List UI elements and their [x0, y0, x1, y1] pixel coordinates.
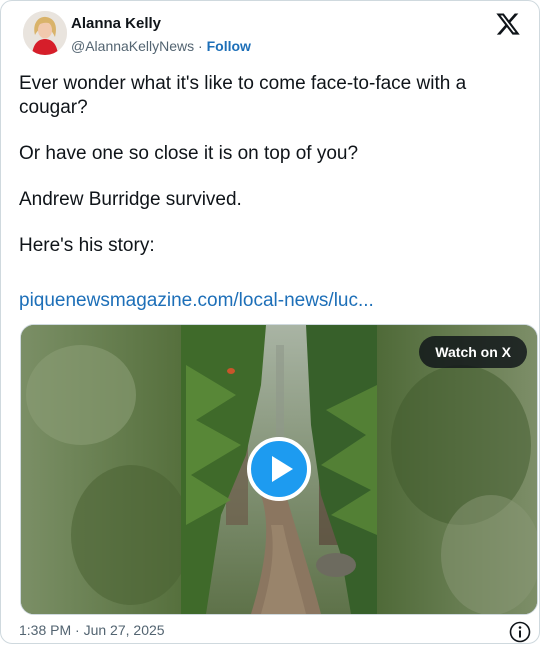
play-button[interactable]	[247, 437, 311, 501]
tweet-date: Jun 27, 2025	[83, 622, 165, 638]
watch-on-x-button[interactable]: Watch on X	[419, 336, 527, 368]
tweet-timestamp[interactable]: 1:38 PM · Jun 27, 2025	[19, 622, 165, 638]
follow-button[interactable]: Follow	[207, 38, 251, 54]
tweet-paragraph: Or have one so close it is on top of you…	[19, 143, 359, 164]
tweet-text: Ever wonder what it's like to come face-…	[19, 72, 519, 258]
tweet-card: Alanna Kelly @AlannaKellyNews · Follow E…	[0, 0, 540, 644]
tweet-paragraph: Andrew Burridge survived.	[19, 189, 242, 210]
tweet-paragraph: Ever wonder what it's like to come face-…	[19, 73, 467, 118]
timestamp-separator: ·	[75, 622, 80, 638]
play-icon	[247, 437, 311, 501]
tweet-time: 1:38 PM	[19, 622, 72, 638]
x-logo-icon[interactable]	[495, 11, 521, 37]
avatar[interactable]	[23, 11, 67, 55]
info-icon[interactable]	[509, 621, 531, 643]
article-link[interactable]: piquenewsmagazine.com/local-news/luc...	[19, 290, 374, 312]
author-handle[interactable]: @AlannaKellyNews	[71, 38, 194, 54]
tweet-paragraph: Here's his story:	[19, 235, 155, 256]
video-media[interactable]: Watch on X	[20, 324, 538, 615]
author-name[interactable]: Alanna Kelly	[71, 15, 161, 32]
author-handle-row: @AlannaKellyNews · Follow	[71, 38, 251, 54]
handle-separator: ·	[198, 38, 203, 54]
